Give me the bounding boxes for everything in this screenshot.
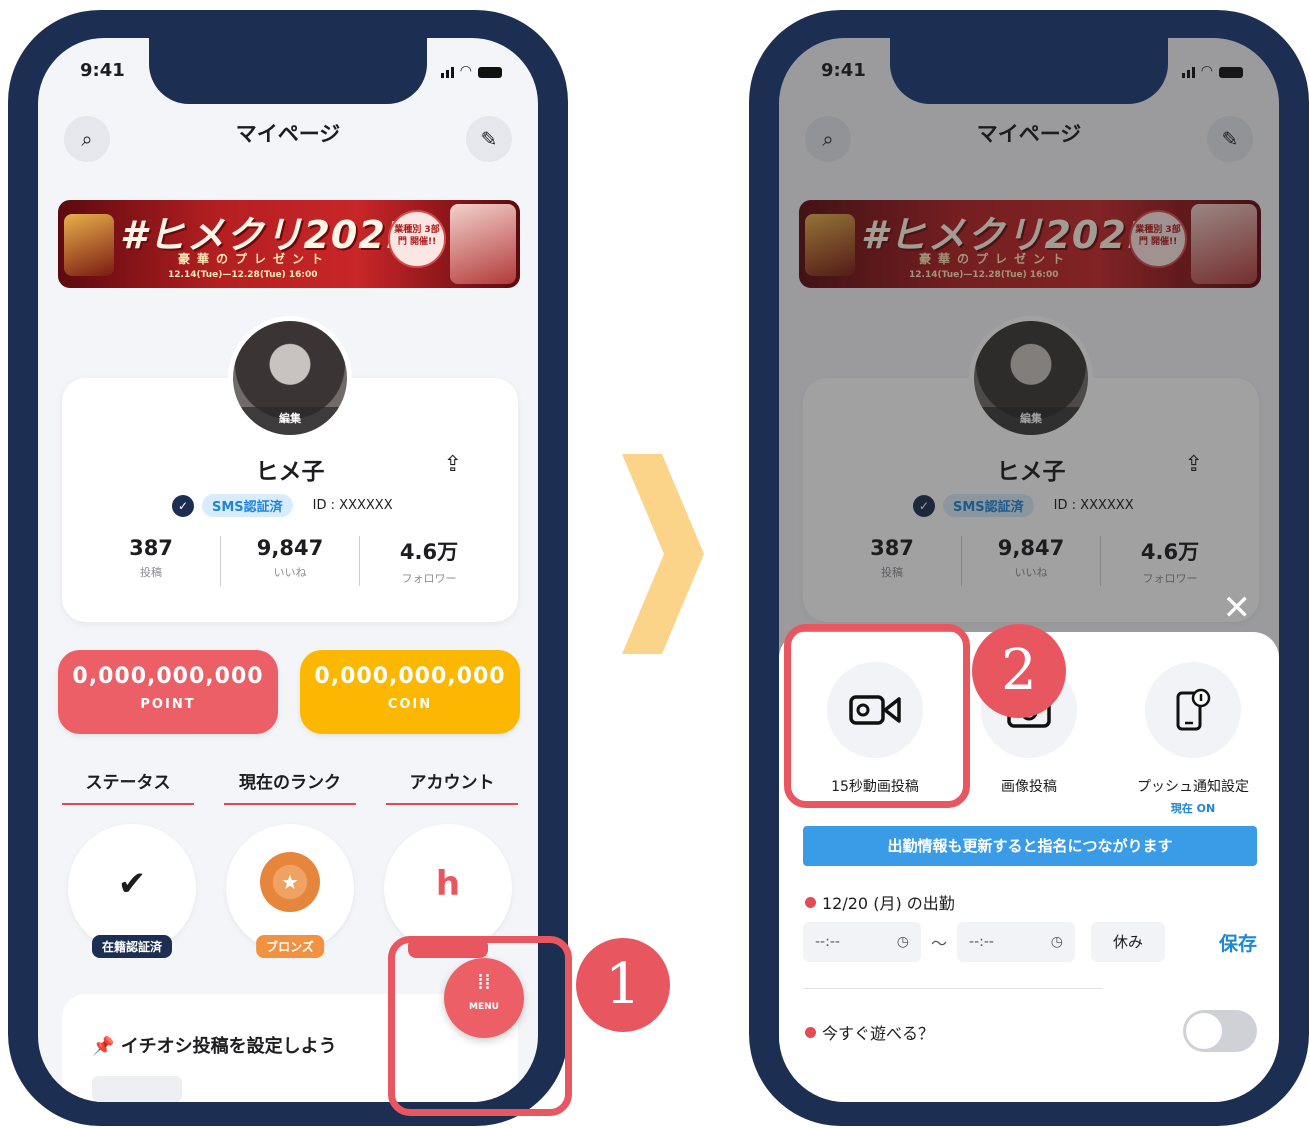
banner-decoration <box>64 214 114 276</box>
badge-account[interactable]: h <box>384 824 512 958</box>
point-value: 0,000,000,000 <box>72 664 264 689</box>
stat-posts[interactable]: 387 投稿 <box>82 536 220 586</box>
required-dot-icon <box>805 896 816 908</box>
end-time-input[interactable]: --:-- ◷ <box>957 922 1076 962</box>
phone-notification-icon <box>1145 662 1241 758</box>
action-label: 画像投稿 <box>1001 779 1057 795</box>
page-title: マイページ <box>235 122 341 146</box>
required-dot-icon <box>805 1026 816 1038</box>
shift-row: --:-- ◷ 〜 --:-- ◷ 休み 保存 <box>803 922 1257 962</box>
verification-row: ✓ SMS認証済 ID : XXXXXX <box>172 494 393 517</box>
h-logo-icon: h <box>435 864 461 904</box>
save-button[interactable]: 保存 <box>1219 929 1257 956</box>
badge-label: ブロンズ <box>256 935 324 958</box>
status-icons: ◠ <box>440 63 502 79</box>
available-now-text: 今すぐ遊べる？ <box>822 1024 935 1043</box>
coin-label: COIN <box>387 697 433 712</box>
phone-frame-menu-open: 9:41 ◠ ⌕ マイページ ✎ #ヒメクリ2021! 豪華のプレゼント 12.… <box>749 10 1309 1126</box>
section-tabs: ステータス 現在のランク アカウント <box>62 768 518 805</box>
stat-value: 9,847 <box>256 536 324 560</box>
pickup-label: イチオシ投稿を設定しよう <box>120 1036 337 1057</box>
clock-icon: ◷ <box>1050 934 1064 950</box>
signal-icon <box>440 67 454 78</box>
stats-row: 387 投稿 9,847 いいね 4.6万 フォロワー <box>82 536 498 586</box>
notch <box>890 38 1168 104</box>
stat-value: 4.6万 <box>399 540 459 564</box>
stat-value: 387 <box>129 536 173 560</box>
step2-number: 2 <box>972 624 1066 718</box>
stat-label: 投稿 <box>140 566 162 579</box>
share-icon[interactable]: ⇪ <box>444 452 462 477</box>
checkmark-icon: ✔ <box>117 864 147 904</box>
start-time-value: --:-- <box>815 934 840 950</box>
stat-label: フォロワー <box>401 572 457 585</box>
notch <box>149 38 427 104</box>
push-notification-settings-button[interactable]: プッシュ通知設定 現在 ON <box>1113 662 1273 816</box>
avatar-edit-label[interactable]: 編集 <box>233 407 347 435</box>
step1-number: 1 <box>576 938 670 1032</box>
available-now-label: 今すぐ遊べる？ <box>805 1020 934 1044</box>
banner-seal: 業種別 3部門 開催!! <box>388 210 446 268</box>
next-step-arrow-icon <box>622 454 704 654</box>
stat-likes[interactable]: 9,847 いいね <box>220 536 359 586</box>
battery-icon <box>478 67 502 78</box>
tab-account[interactable]: アカウント <box>386 768 518 805</box>
wifi-icon: ◠ <box>459 63 472 79</box>
badge-verified[interactable]: ✔ 在籍認証済 <box>68 824 196 958</box>
clock-icon: ◷ <box>896 934 909 950</box>
action-label: プッシュ通知設定 <box>1137 779 1249 795</box>
range-separator: 〜 <box>931 934 948 953</box>
avatar[interactable]: 編集 <box>228 316 352 440</box>
divider <box>803 988 1103 989</box>
available-now-toggle[interactable] <box>1183 1010 1257 1052</box>
banner-subtitle: 豪華のプレゼント <box>178 252 331 266</box>
coin-balance-button[interactable]: 0,000,000,000 COIN <box>300 650 520 734</box>
toggle-knob <box>1186 1013 1222 1049</box>
user-id: ID : XXXXXX <box>312 498 393 513</box>
point-label: POINT <box>140 697 196 712</box>
banner-photo <box>450 204 516 284</box>
tab-rank[interactable]: 現在のランク <box>224 768 356 805</box>
sms-verified-badge: SMS認証済 <box>202 494 293 517</box>
close-icon[interactable]: ✕ <box>1223 588 1252 628</box>
stat-label: いいね <box>273 566 307 579</box>
banner-dates: 12.14(Tue)—12.28(Tue) 16:00 <box>168 270 318 280</box>
bronze-medal-icon: ★ <box>260 852 320 912</box>
phone-notification-icon-svg <box>1176 688 1211 731</box>
badge-label: 在籍認証済 <box>91 935 173 958</box>
pin-icon: 📌 <box>92 1036 121 1057</box>
step2-highlight <box>784 624 970 808</box>
stat-followers[interactable]: 4.6万 フォロワー <box>359 536 498 586</box>
push-status: 現在 ON <box>1170 802 1216 815</box>
badge-rank[interactable]: ★ ブロンズ <box>226 824 354 958</box>
attendance-info-bar: 出勤情報も更新すると指名につながります <box>803 826 1257 866</box>
status-time: 9:41 <box>80 60 125 81</box>
pickup-text: 📌 イチオシ投稿を設定しよう <box>92 1032 337 1058</box>
pickup-placeholder <box>92 1076 182 1102</box>
point-balance-button[interactable]: 0,000,000,000 POINT <box>58 650 278 734</box>
start-time-input[interactable]: --:-- ◷ <box>803 922 921 962</box>
coin-value: 0,000,000,000 <box>314 664 506 689</box>
tab-status[interactable]: ステータス <box>62 768 194 805</box>
shift-label: 12/20 (月) の出勤 <box>805 890 955 914</box>
step1-highlight <box>388 936 572 1116</box>
end-time-value: --:-- <box>969 934 994 950</box>
verified-check-icon: ✓ <box>172 494 194 517</box>
campaign-banner[interactable]: #ヒメクリ2021! 豪華のプレゼント 12.14(Tue)—12.28(Tue… <box>58 200 520 288</box>
edit-button[interactable]: ✎ <box>466 116 512 162</box>
day-off-button[interactable]: 休み <box>1091 922 1166 962</box>
screen: 9:41 ◠ ⌕ マイページ ✎ #ヒメクリ2021! 豪華のプレゼント 12.… <box>779 38 1279 1102</box>
shift-label-text: 12/20 (月) の出勤 <box>822 894 955 913</box>
pencil-icon: ✎ <box>480 127 498 151</box>
